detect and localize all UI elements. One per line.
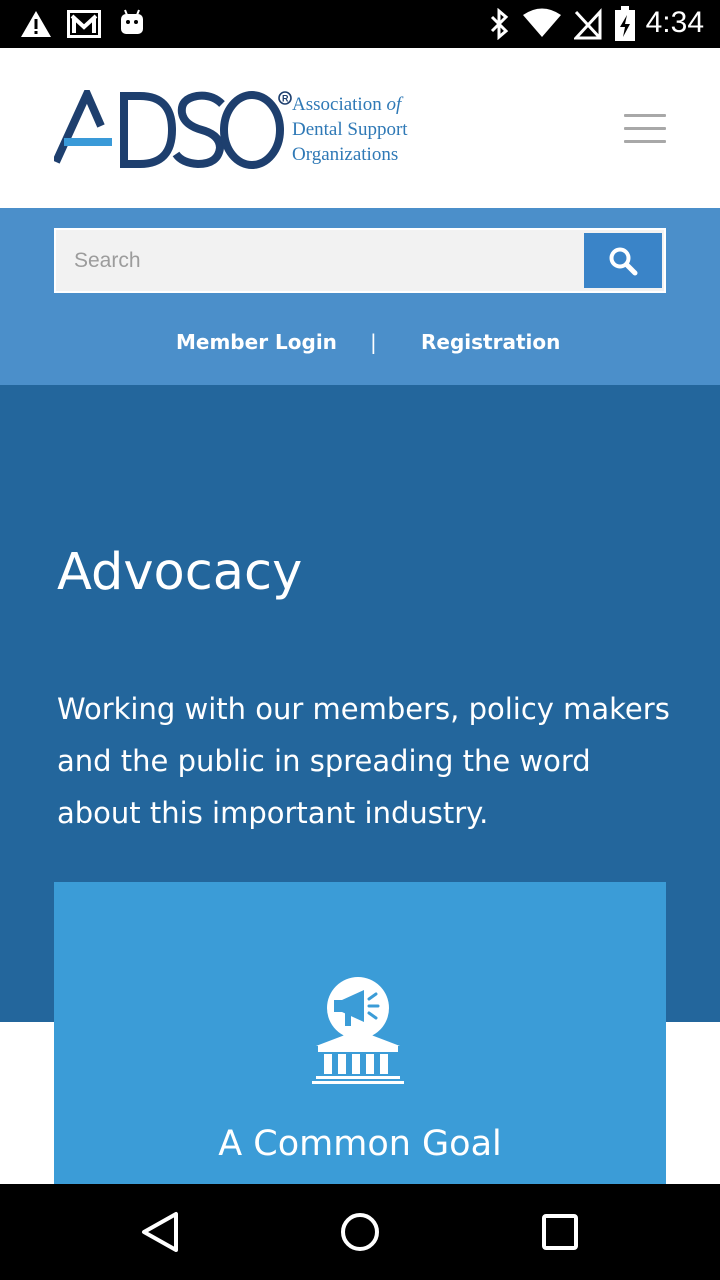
status-bar: 4:34 bbox=[0, 0, 720, 48]
page-title: Advocacy bbox=[57, 543, 303, 602]
search-band: Member Login | Registration bbox=[0, 208, 720, 385]
search-box bbox=[54, 228, 666, 293]
megaphone-building-icon bbox=[312, 977, 404, 1084]
svg-text:R: R bbox=[282, 94, 289, 104]
android-icon bbox=[121, 9, 143, 34]
android-nav-bar bbox=[0, 1184, 720, 1280]
bluetooth-icon bbox=[490, 8, 509, 40]
wifi-icon bbox=[523, 8, 561, 37]
links-separator: | bbox=[370, 330, 377, 354]
hero-description: Working with our members, policy makers … bbox=[57, 692, 670, 830]
site-header: R Association of Dental Support Organiza… bbox=[0, 48, 720, 208]
hamburger-menu-icon[interactable] bbox=[622, 112, 668, 146]
no-signal-icon bbox=[574, 8, 602, 40]
search-button[interactable] bbox=[584, 233, 662, 288]
recents-square-icon[interactable] bbox=[536, 1208, 584, 1256]
warning-icon bbox=[21, 11, 51, 37]
logo-wordmark-adso bbox=[54, 90, 284, 169]
registration-link[interactable]: Registration bbox=[421, 330, 560, 354]
gmail-icon bbox=[67, 10, 101, 38]
common-goal-card[interactable]: A Common Goal bbox=[54, 882, 666, 1184]
card-title: A Common Goal bbox=[218, 1124, 502, 1164]
search-input[interactable] bbox=[56, 230, 582, 291]
logo-tagline: Association of Dental Support Organizati… bbox=[292, 94, 408, 165]
member-login-link[interactable]: Member Login bbox=[176, 330, 337, 354]
battery-charging-icon bbox=[615, 6, 635, 41]
search-icon bbox=[609, 247, 638, 276]
account-links: Member Login | Registration bbox=[0, 328, 720, 362]
status-time: 4:34 bbox=[645, 6, 704, 39]
home-circle-icon[interactable] bbox=[336, 1208, 384, 1256]
back-triangle-icon[interactable] bbox=[136, 1208, 184, 1256]
